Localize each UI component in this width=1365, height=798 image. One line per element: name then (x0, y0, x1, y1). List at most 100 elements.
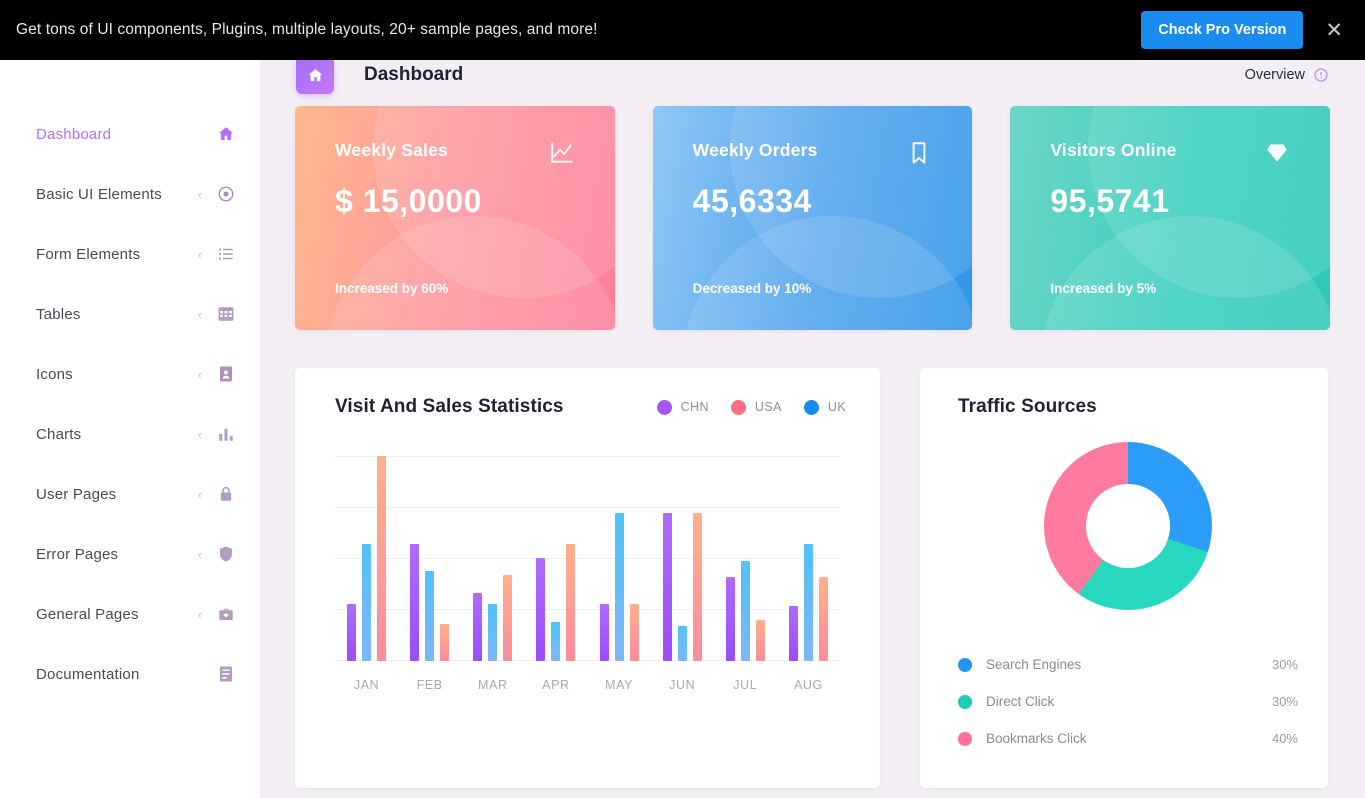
stat-card-weekly-sales[interactable]: Weekly Sales $ 15,0000 Increased by 60% (295, 106, 615, 330)
sidebar-nav: Dashboard Basic UI Elements ‹ Form Eleme… (0, 104, 260, 704)
promo-banner: Get tons of UI components, Plugins, mult… (0, 0, 1365, 60)
sidebar: Dashboard Basic UI Elements ‹ Form Eleme… (0, 44, 260, 798)
bar-usa[interactable] (629, 604, 639, 661)
dashboard-page: Get tons of UI components, Plugins, mult… (0, 0, 1365, 798)
panel-header: Traffic Sources (958, 396, 1298, 418)
bar-usa[interactable] (503, 575, 513, 661)
chevron-left-icon: ‹ (197, 606, 202, 622)
legend-value: 30% (1271, 657, 1298, 672)
x-axis-tick: MAR (478, 678, 508, 692)
bar-usa[interactable] (818, 577, 828, 661)
sidebar-item-user-pages[interactable]: User Pages ‹ (0, 464, 260, 524)
legend-value: 40% (1271, 731, 1298, 746)
stat-card-value: 45,6334 (692, 183, 812, 219)
bar-uk[interactable] (803, 544, 813, 661)
bar-chn[interactable] (599, 604, 609, 661)
bar-group (777, 456, 840, 661)
bar-uk[interactable] (425, 571, 435, 661)
home-icon (216, 125, 236, 143)
chevron-left-icon: ‹ (197, 546, 202, 562)
bar-uk[interactable] (740, 561, 750, 661)
visit-sales-panel: Visit And Sales Statistics CHN USA UK JA… (295, 368, 880, 788)
stat-card-weekly-orders[interactable]: Weekly Orders 45,6334 Decreased by 10% (652, 106, 973, 330)
bar-chn[interactable] (410, 544, 420, 661)
sidebar-item-label: Basic UI Elements (36, 185, 162, 203)
bar-usa[interactable] (566, 544, 576, 661)
check-pro-version-button[interactable]: Check Pro Version (1141, 11, 1304, 49)
sidebar-item-label: Documentation (36, 665, 140, 683)
sidebar-item-form-elements[interactable]: Form Elements ‹ (0, 224, 260, 284)
bar-usa[interactable] (440, 624, 450, 661)
sidebar-item-error-pages[interactable]: Error Pages ‹ (0, 524, 260, 584)
stat-card-change: Decreased by 10% (692, 281, 812, 296)
bar-usa[interactable] (755, 620, 765, 661)
sidebar-item-label: Error Pages (36, 545, 119, 563)
legend-item-uk[interactable]: UK (803, 399, 846, 415)
sidebar-item-dashboard[interactable]: Dashboard (0, 104, 260, 164)
x-axis-tick: JUL (733, 678, 758, 692)
main-content: Dashboard Overview Weekly Sales $ 15,000… (260, 44, 1365, 798)
bar-chart (335, 456, 840, 661)
bar-uk[interactable] (488, 604, 498, 661)
bar-group (588, 456, 651, 661)
promo-message: Get tons of UI components, Plugins, mult… (16, 21, 598, 38)
bar-chn[interactable] (473, 593, 483, 661)
briefcase-icon (216, 605, 236, 623)
legend-color-swatch (730, 399, 746, 415)
donut-chart[interactable] (1044, 442, 1212, 610)
target-icon (216, 185, 236, 203)
traffic-sources-panel: Traffic Sources Search Engines 30% Direc… (920, 368, 1328, 788)
chevron-left-icon: ‹ (197, 246, 202, 262)
bar-uk[interactable] (677, 626, 687, 661)
bar-chn[interactable] (788, 606, 798, 661)
x-axis-tick: APR (542, 678, 570, 692)
legend-label: Bookmarks Click (986, 731, 1087, 746)
chevron-left-icon: ‹ (197, 366, 202, 382)
stat-card-visitors-online[interactable]: Visitors Online 95,5741 Increased by 5% (1010, 106, 1331, 330)
stat-card-change: Increased by 60% (335, 281, 449, 296)
bar-chart-icon (216, 425, 236, 443)
panel-title: Visit And Sales Statistics (335, 396, 564, 417)
donut-center (1086, 484, 1170, 568)
sidebar-item-label: Tables (36, 305, 81, 323)
sidebar-item-label: User Pages (36, 485, 117, 503)
legend-item-search-engines[interactable]: Search Engines 30% (958, 646, 1298, 683)
stat-card-title: Weekly Orders (692, 140, 818, 160)
x-axis-tick: JUN (669, 678, 696, 692)
legend-label: UK (827, 400, 846, 414)
bar-chn[interactable] (347, 604, 357, 661)
sidebar-item-label: General Pages (36, 605, 139, 623)
diamond-icon (1264, 140, 1290, 171)
sidebar-item-basic-ui-elements[interactable]: Basic UI Elements ‹ (0, 164, 260, 224)
sidebar-item-tables[interactable]: Tables ‹ (0, 284, 260, 344)
bar-uk[interactable] (614, 513, 624, 661)
bar-usa[interactable] (692, 513, 702, 661)
sidebar-item-general-pages[interactable]: General Pages ‹ (0, 584, 260, 644)
panel-header: Visit And Sales Statistics CHN USA UK (335, 396, 846, 418)
bar-chn[interactable] (725, 577, 735, 661)
legend-label: Direct Click (986, 694, 1055, 709)
promo-actions: Check Pro Version ✕ (1141, 11, 1349, 49)
sidebar-item-documentation[interactable]: Documentation (0, 644, 260, 704)
legend-item-bookmarks-click[interactable]: Bookmarks Click 40% (958, 720, 1298, 757)
sidebar-item-label: Charts (36, 425, 82, 443)
legend-color-swatch (958, 731, 972, 746)
legend-color-swatch (656, 399, 672, 415)
overview-control[interactable]: Overview (1245, 67, 1329, 83)
legend-item-usa[interactable]: USA (730, 399, 782, 415)
sidebar-item-icons[interactable]: Icons ‹ (0, 344, 260, 404)
bar-chn[interactable] (536, 558, 546, 661)
close-icon[interactable]: ✕ (1319, 18, 1349, 43)
legend-item-direct-click[interactable]: Direct Click 30% (958, 683, 1298, 720)
x-axis-tick: JAN (353, 678, 380, 692)
bar-group (461, 456, 524, 661)
stat-card-title: Visitors Online (1050, 140, 1177, 160)
bar-usa[interactable] (377, 456, 387, 661)
bar-uk[interactable] (362, 544, 372, 661)
sidebar-item-charts[interactable]: Charts ‹ (0, 404, 260, 464)
legend-item-chn[interactable]: CHN (656, 399, 709, 415)
bar-chn[interactable] (662, 513, 672, 661)
bar-uk[interactable] (551, 622, 561, 661)
bar-group (651, 456, 714, 661)
lock-icon (216, 485, 236, 503)
